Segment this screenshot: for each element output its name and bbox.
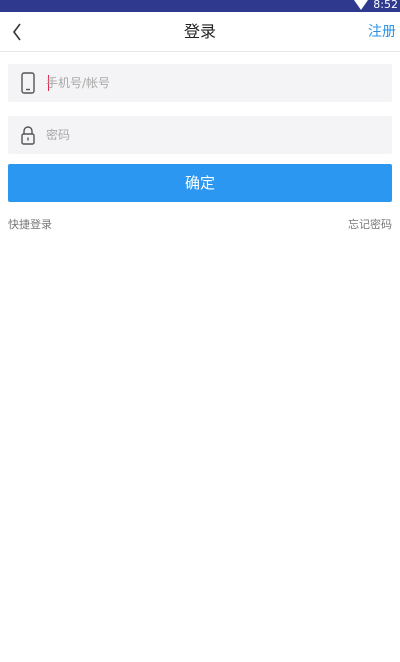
status-bar: 8:52 (0, 0, 400, 12)
password-input[interactable] (46, 116, 382, 154)
status-time: 8:52 (373, 0, 398, 11)
phone-icon (21, 72, 35, 94)
register-link[interactable]: 注册 (368, 12, 396, 52)
wifi-icon (354, 0, 368, 10)
lock-icon (21, 126, 35, 145)
quick-login-link[interactable]: 快捷登录 (8, 216, 52, 232)
forgot-password-link[interactable]: 忘记密码 (348, 216, 392, 232)
password-field[interactable] (8, 116, 392, 154)
phone-input[interactable] (46, 64, 382, 102)
confirm-button[interactable]: 确定 (8, 164, 392, 202)
nav-bar: 登录 注册 (0, 12, 400, 52)
phone-field[interactable] (8, 64, 392, 102)
page-title: 登录 (183, 22, 216, 41)
